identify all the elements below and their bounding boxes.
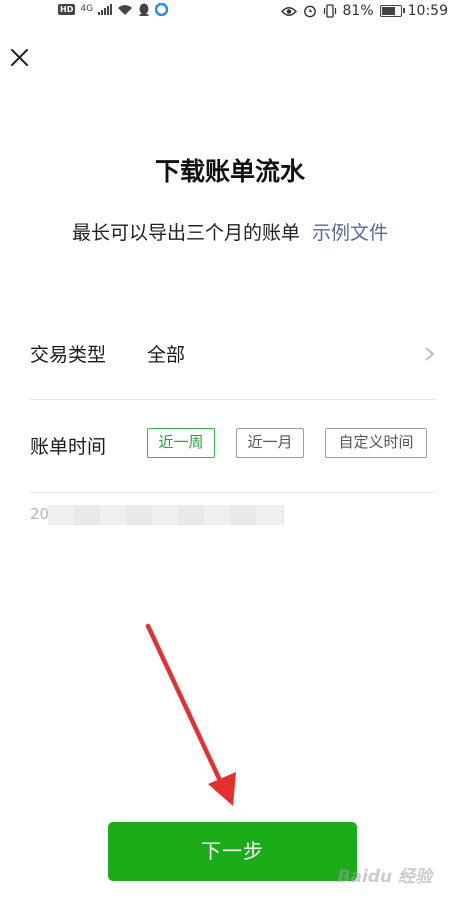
bill-time-row: 账单时间 近一周 近一月 自定义时间 xyxy=(30,428,436,466)
next-step-button[interactable]: 下一步 xyxy=(108,822,357,881)
transaction-type-row[interactable]: 交易类型 全部 xyxy=(30,340,436,380)
battery-fill xyxy=(381,7,395,15)
date-range: 20 xyxy=(30,503,284,527)
subtitle-text: 最长可以导出三个月的账单 xyxy=(71,222,300,244)
eye-icon xyxy=(280,6,297,16)
alarm-icon xyxy=(303,5,316,18)
divider xyxy=(30,492,436,493)
network-type: 4G xyxy=(80,4,94,14)
transaction-type-label: 交易类型 xyxy=(30,344,107,366)
divider xyxy=(30,399,436,400)
time-option-week[interactable]: 近一周 xyxy=(147,428,215,458)
bill-time-label: 账单时间 xyxy=(30,436,107,458)
chevron-right-icon xyxy=(425,347,435,361)
battery-percent: 81% xyxy=(342,3,374,19)
battery-icon xyxy=(379,5,405,17)
time-option-custom[interactable]: 自定义时间 xyxy=(325,428,427,458)
page-subtitle: 最长可以导出三个月的账单 示例文件 xyxy=(0,218,460,245)
baidu-watermark: Baidu 经验 xyxy=(337,867,432,887)
browser-icon xyxy=(155,3,169,16)
close-icon xyxy=(11,49,28,66)
transaction-type-value: 全部 xyxy=(147,344,186,366)
vibrate-icon xyxy=(323,4,336,18)
close-button[interactable] xyxy=(6,44,34,72)
qq-icon xyxy=(139,3,150,16)
date-range-prefix: 20 xyxy=(30,505,50,523)
status-bar: HD 4G 81% 10:59 xyxy=(0,0,460,24)
page-title: 下载账单流水 xyxy=(154,157,305,186)
status-left: HD 4G xyxy=(58,3,169,16)
date-range-redacted xyxy=(48,505,284,525)
example-file-link[interactable]: 示例文件 xyxy=(312,222,388,244)
wifi-icon xyxy=(118,4,133,15)
time-option-month[interactable]: 近一月 xyxy=(236,428,304,458)
signal-icon xyxy=(98,4,113,15)
hd-badge: HD xyxy=(58,4,76,15)
status-right: 81% 10:59 xyxy=(280,3,448,19)
clock-time: 10:59 xyxy=(407,3,448,19)
